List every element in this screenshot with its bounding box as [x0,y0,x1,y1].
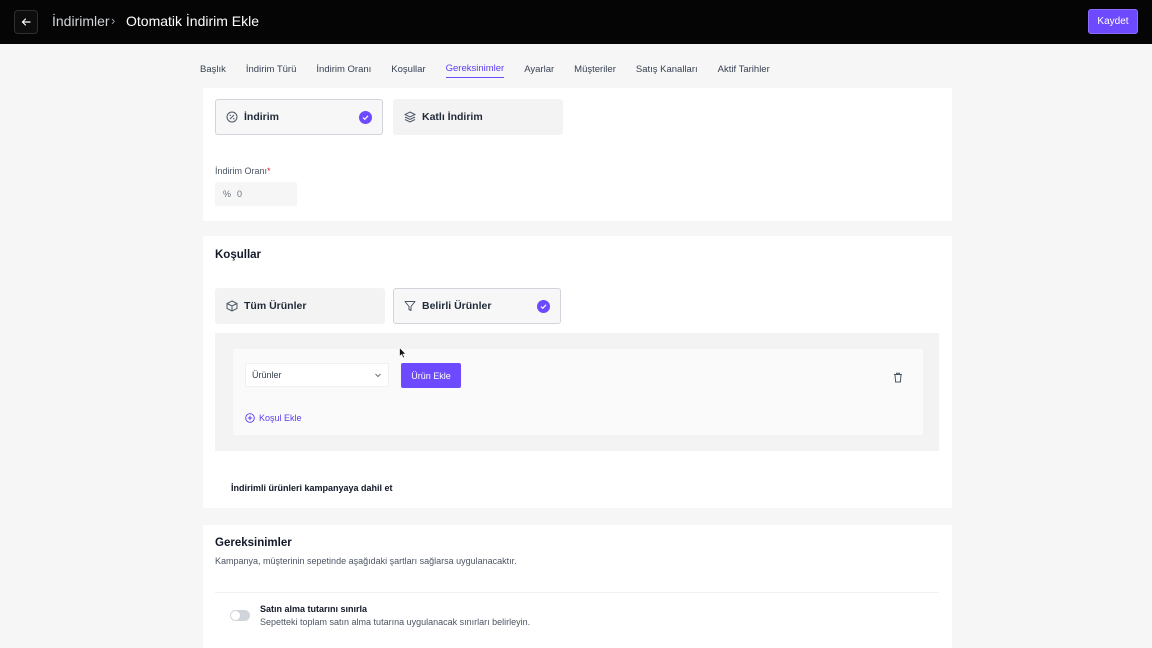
breadcrumb-separator: › [111,13,116,28]
tab-satis-kanallari[interactable]: Satış Kanalları [636,60,698,78]
discount-type-option-katli[interactable]: Katlı İndirim [393,99,563,135]
tab-baslik[interactable]: Başlık [200,60,226,78]
trash-icon[interactable] [893,370,905,383]
conditions-title: Koşullar [215,249,262,261]
discount-rate-label: İndirim Oranı* [215,166,271,176]
arrow-left-icon [21,18,31,26]
layers-icon [404,111,416,123]
tab-ayarlar[interactable]: Ayarlar [524,60,554,78]
check-icon [537,300,550,313]
condition-type-value: Ürünler [252,370,282,380]
condition-option-label: Tüm Ürünler [244,300,307,312]
add-product-button[interactable]: Ürün Ekle [401,363,461,388]
chevron-down-icon [374,371,382,381]
tab-gereksinimler[interactable]: Gereksinimler [445,60,505,78]
box-icon [226,300,238,312]
discount-type-option-indirim[interactable]: İndirim [215,99,383,135]
discount-type-label: Katlı İndirim [422,111,483,123]
include-discounted-label[interactable]: İndirimli ürünleri kampanyaya dahil et [231,483,393,493]
page-title: Otomatik İndirim Ekle [126,13,260,29]
check-icon [359,111,372,124]
requirements-card: Gereksinimler Kampanya, müşterinin sepet… [203,525,952,648]
tab-musteriler[interactable]: Müşteriler [574,60,616,78]
back-button[interactable] [14,10,38,34]
divider [215,592,939,593]
conditions-card: Koşullar Tüm Ürünler Belirli Ürünler Ürü… [203,236,952,508]
section-tabs: Başlık İndirim Türü İndirim Oranı Koşull… [200,60,790,80]
requirements-description: Kampanya, müşterinin sepetinde aşağıdaki… [215,556,517,566]
purchase-limit-toggle[interactable] [230,610,250,621]
condition-option-specific-products[interactable]: Belirli Ürünler [393,288,561,324]
purchase-limit-description: Sepetteki toplam satın alma tutarına uyg… [260,617,531,627]
tab-aktif-tarihler[interactable]: Aktif Tarihler [718,60,770,78]
discount-rate-input[interactable]: % 0 [215,182,297,206]
condition-row-panel: Ürünler Ürün Ekle Koşul Ekle [233,349,923,435]
percent-prefix: % [223,189,232,199]
tab-kosullar[interactable]: Koşullar [391,60,425,78]
discount-type-label: İndirim [244,111,280,123]
mouse-cursor-icon [399,346,407,359]
plus-circle-icon [245,413,255,423]
requirements-title: Gereksinimler [215,537,292,549]
condition-builder: Ürünler Ürün Ekle Koşul Ekle [215,333,939,451]
purchase-limit-title: Satın alma tutarını sınırla [260,604,368,614]
tab-indirim-orani[interactable]: İndirim Oranı [316,60,371,78]
top-bar: İndirimler › Otomatik İndirim Ekle Kayde… [0,0,1152,44]
condition-type-select[interactable]: Ürünler [245,363,389,387]
discount-type-card: İndirim Katlı İndirim İndirim Oranı* % 0 [203,88,952,221]
percent-badge-icon [226,111,238,123]
filter-icon [404,300,416,312]
add-condition-link[interactable]: Koşul Ekle [245,413,302,423]
condition-option-all-products[interactable]: Tüm Ürünler [215,288,385,324]
breadcrumb-root[interactable]: İndirimler [52,13,110,29]
condition-option-label: Belirli Ürünler [422,300,492,312]
save-button[interactable]: Kaydet [1088,9,1138,34]
discount-rate-value: 0 [237,189,243,199]
add-condition-label: Koşul Ekle [259,413,302,423]
tab-indirim-turu[interactable]: İndirim Türü [246,60,297,78]
